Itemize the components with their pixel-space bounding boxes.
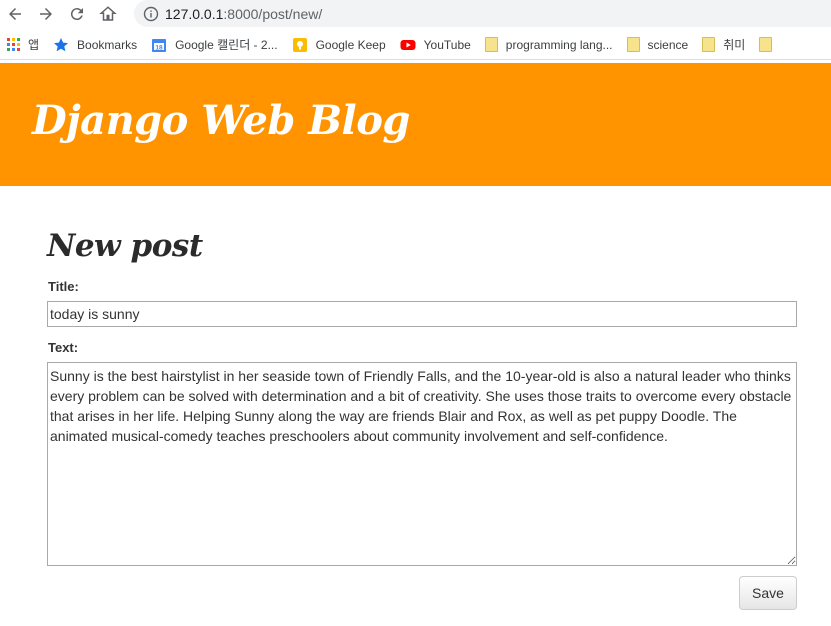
bookmark-label: Google 캘린더 - 2... [175, 38, 278, 52]
url-path: :8000/post/new/ [223, 5, 323, 22]
bookmark-label: YouTube [423, 37, 471, 52]
keep-bulb-icon [292, 37, 307, 52]
reload-icon [70, 8, 83, 21]
home-icon [99, 6, 117, 21]
bookmark-label: Bookmarks [77, 37, 138, 52]
bookmark-label: 취미 [723, 38, 746, 52]
bookmark-bookmarks[interactable]: Bookmarks [47, 32, 145, 58]
browser-toolbar: 127.0.0.1:8000/post/new/ [0, 0, 831, 28]
bookmark-folder-hobby[interactable]: 취미 [696, 32, 753, 58]
bookmark-google-keep[interactable]: Google Keep [286, 32, 394, 58]
text-textarea[interactable]: Sunny is the best hairstylist in her sea… [47, 362, 797, 566]
calendar-icon: 18 [152, 38, 167, 52]
site-title-link[interactable]: Django Web Blog [32, 97, 410, 144]
folder-icon [759, 37, 773, 52]
title-label: Title: [48, 279, 79, 294]
home-button[interactable] [97, 3, 119, 25]
title-input[interactable] [47, 301, 797, 327]
url-text[interactable]: 127.0.0.1:8000/post/new/ [165, 6, 322, 22]
save-button[interactable]: Save [739, 576, 797, 610]
folder-icon [702, 37, 716, 52]
bookmark-label: science [647, 37, 689, 52]
page-header: Django Web Blog [0, 63, 831, 186]
bookmark-apps[interactable]: 앱 [0, 32, 47, 58]
url-host: 127.0.0.1 [165, 5, 224, 22]
arrow-right-icon [40, 8, 52, 20]
arrow-left-icon [9, 8, 21, 20]
bookmark-label: 앱 [28, 38, 40, 52]
bookmark-folder-overflow[interactable] [753, 32, 780, 58]
info-icon[interactable] [143, 6, 159, 22]
bookmark-label: Google Keep [315, 37, 386, 52]
back-button[interactable] [4, 3, 26, 25]
text-label: Text: [48, 340, 79, 355]
youtube-icon [400, 39, 416, 50]
reload-button[interactable] [66, 3, 88, 25]
folder-icon [484, 37, 498, 52]
bookmark-label: programming lang... [505, 37, 613, 52]
address-bar[interactable]: 127.0.0.1:8000/post/new/ [134, 0, 831, 27]
bookmark-youtube[interactable]: YouTube [394, 32, 479, 58]
bookmarks-bar: 앱 Bookmarks 18 Google 캘린더 - 2... Google … [0, 30, 831, 60]
apps-grid-icon [7, 37, 20, 51]
folder-icon [626, 37, 640, 52]
bookmark-google-calendar[interactable]: 18 Google 캘린더 - 2... [145, 32, 286, 58]
bookmark-folder-programming[interactable]: programming lang... [479, 32, 621, 58]
page-title: New post [47, 228, 203, 264]
bookmark-folder-science[interactable]: science [621, 32, 697, 58]
forward-button[interactable] [35, 3, 57, 25]
svg-text:18: 18 [155, 44, 163, 51]
star-icon [53, 37, 69, 51]
